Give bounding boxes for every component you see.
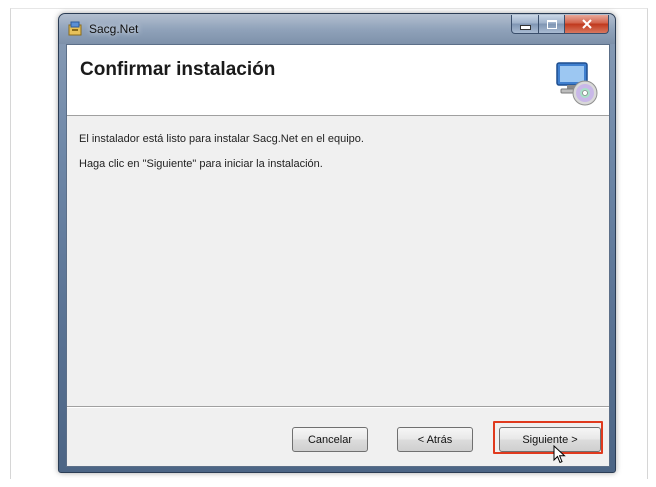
page-title: Confirmar instalación <box>80 59 276 80</box>
close-icon <box>581 19 592 29</box>
title-bar[interactable]: Sacg.Net <box>59 14 615 44</box>
minimize-icon <box>519 24 531 30</box>
ready-message: El instalador está listo para instalar S… <box>79 133 364 145</box>
maximize-icon <box>546 19 557 29</box>
header-banner: Confirmar instalación <box>67 45 609 116</box>
footer-divider <box>67 406 609 408</box>
dialog-client-area: Confirmar instalación El instalador está… <box>66 44 610 467</box>
next-button[interactable]: Siguiente > <box>499 427 601 452</box>
back-button[interactable]: < Atrás <box>397 427 473 452</box>
window-title: Sacg.Net <box>89 22 139 36</box>
window-controls <box>511 15 609 34</box>
close-button[interactable] <box>565 15 609 34</box>
maximize-button[interactable] <box>539 15 565 34</box>
installer-package-icon <box>68 21 82 36</box>
computer-cd-icon <box>556 62 598 106</box>
installer-window: Sacg.Net Confirmar instalación El instal… <box>58 13 616 473</box>
minimize-button[interactable] <box>511 15 539 34</box>
instruction-message: Haga clic en "Siguiente" para iniciar la… <box>79 158 323 170</box>
mouse-pointer-icon <box>553 445 566 464</box>
cancel-button[interactable]: Cancelar <box>292 427 368 452</box>
